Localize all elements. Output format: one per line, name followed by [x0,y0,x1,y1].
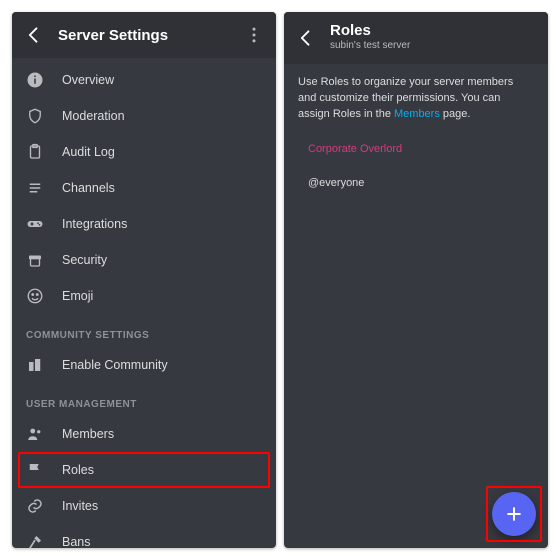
nav-label: Audit Log [62,145,262,159]
roles-panel: Roles subin's test server Use Roles to o… [284,12,548,548]
nav-integrations[interactable]: Integrations [12,206,276,242]
lock-icon [26,251,44,269]
roles-intro: Use Roles to organize your server member… [298,74,534,122]
emoji-icon [26,287,44,305]
server-settings-title: Server Settings [58,27,168,44]
nav-security[interactable]: Security [12,242,276,278]
server-settings-header: Server Settings [12,12,276,58]
shield-icon [26,107,44,125]
server-settings-list: Overview Moderation Audit Log Channels [12,58,276,548]
buildings-icon [26,356,44,374]
nav-members[interactable]: Members [12,416,276,452]
nav-moderation[interactable]: Moderation [12,98,276,134]
nav-label: Emoji [62,289,262,303]
roles-subtitle: subin's test server [330,39,410,53]
nav-invites[interactable]: Invites [12,488,276,524]
nav-emoji[interactable]: Emoji [12,278,276,314]
server-settings-panel: Server Settings Overview Moderation [12,12,276,548]
nav-label: Channels [62,181,262,195]
nav-label: Roles [62,463,262,477]
more-icon[interactable] [244,25,264,45]
roles-body: Use Roles to organize your server member… [284,64,548,548]
nav-label: Members [62,427,262,441]
nav-bans[interactable]: Bans [12,524,276,548]
list-icon [26,179,44,197]
role-item-corporate-overlord[interactable]: Corporate Overlord [298,132,534,166]
members-icon [26,425,44,443]
nav-overview[interactable]: Overview [12,62,276,98]
nav-label: Integrations [62,217,262,231]
roles-title: Roles [330,23,410,39]
roles-header: Roles subin's test server [284,12,548,64]
nav-label: Overview [62,73,262,87]
nav-label: Bans [62,535,262,548]
nav-channels[interactable]: Channels [12,170,276,206]
nav-label: Invites [62,499,262,513]
section-user-hdr: USER MANAGEMENT [12,383,276,416]
back-arrow-icon[interactable] [296,28,316,48]
section-community-hdr: COMMUNITY SETTINGS [12,314,276,347]
add-role-button[interactable] [492,492,536,536]
nav-roles[interactable]: Roles [18,452,270,488]
clipboard-icon [26,143,44,161]
invite-link-icon [26,497,44,515]
role-label: Corporate Overlord [308,143,402,155]
flag-icon [26,461,44,479]
nav-enable-community[interactable]: Enable Community [12,347,276,383]
hammer-icon [26,533,44,548]
nav-audit-log[interactable]: Audit Log [12,134,276,170]
gamepad-icon [26,215,44,233]
info-icon [26,71,44,89]
role-label: @everyone [308,177,364,189]
members-link[interactable]: Members [394,108,440,120]
nav-label: Security [62,253,262,267]
nav-label: Moderation [62,109,262,123]
back-arrow-icon[interactable] [24,25,44,45]
role-item-everyone[interactable]: @everyone [298,166,534,200]
nav-label: Enable Community [62,358,262,372]
